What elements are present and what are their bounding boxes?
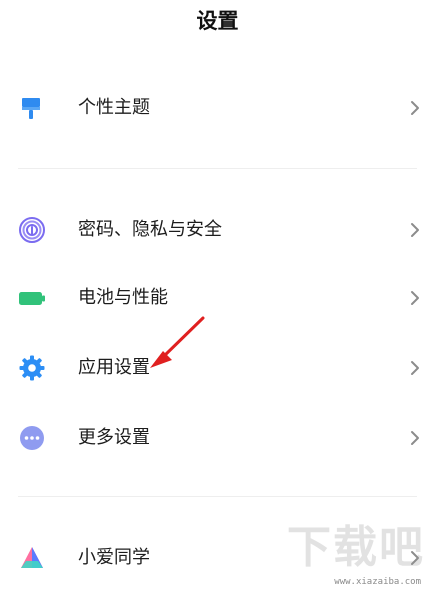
chevron-right-icon: [411, 431, 419, 445]
gear-icon: [19, 355, 45, 381]
fingerprint-icon: [19, 217, 45, 243]
chevron-right-icon: [411, 101, 419, 115]
settings-item-label: 电池与性能: [78, 287, 168, 308]
chevron-right-icon: [411, 223, 419, 237]
settings-item-theme[interactable]: 个性主题: [0, 80, 435, 136]
settings-item-label: 更多设置: [78, 427, 150, 448]
settings-item-label: 小爱同学: [78, 547, 150, 568]
chevron-right-icon: [411, 291, 419, 305]
battery-icon: [19, 292, 45, 305]
section-divider: [18, 168, 417, 169]
settings-item-more[interactable]: 更多设置: [0, 410, 435, 466]
watermark-logo: 下载吧: [287, 522, 425, 573]
settings-item-privacy[interactable]: 密码、隐私与安全: [0, 202, 435, 258]
more-dots-icon: [20, 426, 44, 450]
settings-item-battery[interactable]: 电池与性能: [0, 270, 435, 326]
watermark-url: www.xiazaiba.com: [334, 577, 421, 587]
page-title: 设置: [196, 9, 239, 33]
settings-item-label: 应用设置: [78, 357, 150, 378]
section-divider: [18, 496, 417, 497]
settings-item-label: 密码、隐私与安全: [78, 219, 222, 240]
xiaoai-icon: [21, 547, 43, 568]
settings-item-label: 个性主题: [78, 97, 150, 118]
chevron-right-icon: [411, 361, 419, 375]
settings-item-app-settings[interactable]: 应用设置: [0, 340, 435, 396]
paint-brush-icon: [22, 98, 40, 119]
